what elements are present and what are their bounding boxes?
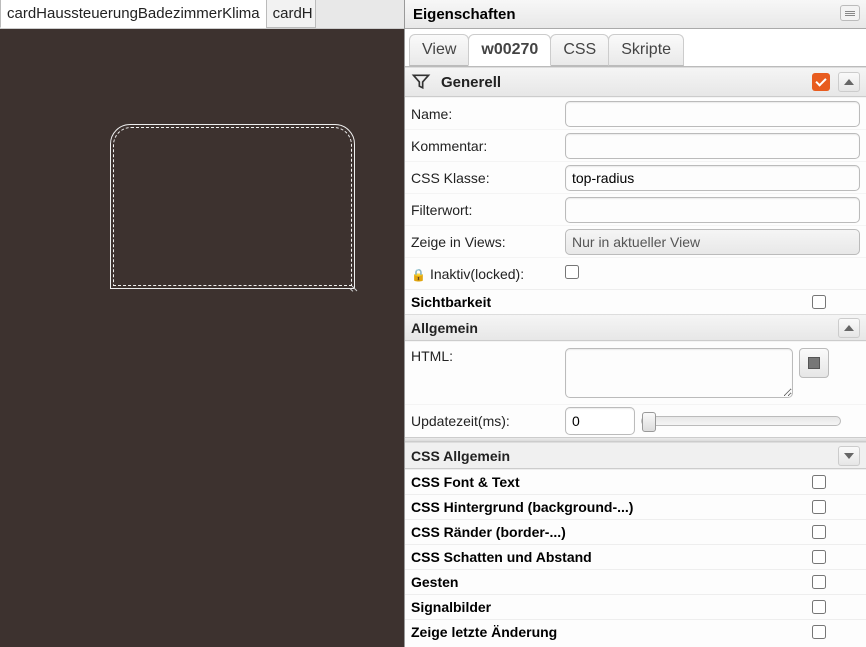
properties-header: Eigenschaften [405,0,866,29]
showinviews-label: Zeige in Views: [411,234,565,250]
section-general-header[interactable]: Generell [405,67,866,97]
section-lastchange-header[interactable]: Zeige letzte Änderung [405,619,866,644]
filter-icon [411,72,431,92]
section-cssfont-header[interactable]: CSS Font & Text [405,469,866,494]
view-tabstrip: cardHaussteuerungBadezimmerKlima cardH [0,0,404,29]
section-visibility-title: Sichtbarkeit [411,294,491,310]
signals-checkbox[interactable] [812,600,826,614]
section-gestures-title: Gesten [411,574,458,590]
cssbackground-checkbox[interactable] [812,500,826,514]
canvas-area[interactable] [0,29,404,647]
section-cssshadow-header[interactable]: CSS Schatten und Abstand [405,544,866,569]
row-filterword: Filterwort: [405,193,866,225]
cssborder-checkbox[interactable] [812,525,826,539]
html-edit-button[interactable] [799,348,829,378]
comment-input[interactable] [565,133,860,159]
updatetime-label: Updatezeit(ms): [411,413,565,429]
general-form: Name: Kommentar: CSS Klasse: Filterwort:… [405,97,866,289]
cssclass-input[interactable] [565,165,860,191]
section-signals-title: Signalbilder [411,599,491,615]
visibility-checkbox[interactable] [812,295,826,309]
view-tab-label: cardH [273,5,313,22]
section-cssshadow-title: CSS Schatten und Abstand [411,549,592,565]
collapse-general-button[interactable] [838,72,860,92]
lock-icon: 🔒 [411,268,426,282]
lastchange-checkbox[interactable] [812,625,826,639]
row-comment: Kommentar: [405,129,866,161]
slider-thumb[interactable] [642,412,656,432]
inactive-checkbox[interactable] [565,265,579,279]
section-general-title: Generell [441,74,501,91]
comment-label: Kommentar: [411,138,565,154]
tab-css[interactable]: CSS [550,34,609,66]
name-input[interactable] [565,101,860,127]
square-icon [808,357,820,369]
cssshadow-checkbox[interactable] [812,550,826,564]
properties-title: Eigenschaften [413,6,516,23]
view-tab-active[interactable]: cardHaussteuerungBadezimmerKlima [0,0,266,28]
app-root: cardHaussteuerungBadezimmerKlima cardH E… [0,0,866,647]
section-gestures-header[interactable]: Gesten [405,569,866,594]
panel-grip-icon[interactable] [840,5,860,21]
section-cssbackground-title: CSS Hintergrund (background-...) [411,499,633,515]
tab-view[interactable]: View [409,34,469,66]
section-cssbackground-header[interactable]: CSS Hintergrund (background-...) [405,494,866,519]
resize-handle-icon[interactable] [347,281,357,291]
section-common-title: Allgemein [411,320,478,336]
view-tab-label: cardHaussteuerungBadezimmerKlima [7,5,260,22]
properties-pane: Eigenschaften View w00270 CSS Skripte Ge… [404,0,866,647]
row-showinviews: Zeige in Views: Nur in aktueller View [405,225,866,257]
row-cssclass: CSS Klasse: [405,161,866,193]
tab-widget-label: w00270 [481,41,538,58]
section-cssborder-title: CSS Ränder (border-...) [411,524,566,540]
name-label: Name: [411,106,565,122]
section-lastchange-title: Zeige letzte Änderung [411,624,557,640]
row-inactive: 🔒 Inaktiv(locked): [405,257,866,289]
properties-scroll[interactable]: Generell Name: Kommentar: CSS Klasse: [405,67,866,647]
cssclass-label: CSS Klasse: [411,170,565,186]
section-signals-header[interactable]: Signalbilder [405,594,866,619]
canvas-pane: cardHaussteuerungBadezimmerKlima cardH [0,0,404,647]
widget-selection-dashed [113,127,352,286]
chevron-up-icon [844,79,854,85]
collapse-cssgeneral-button[interactable] [838,446,860,466]
showinviews-value: Nur in aktueller View [572,234,700,250]
tab-widget[interactable]: w00270 [468,34,551,66]
html-textarea[interactable] [565,348,793,398]
showinviews-select[interactable]: Nur in aktueller View [565,229,860,255]
active-badge-icon [812,73,830,91]
tab-view-label: View [422,41,456,58]
tab-css-label: CSS [563,41,596,58]
chevron-up-icon [844,325,854,331]
section-cssfont-title: CSS Font & Text [411,474,520,490]
html-label: HTML: [411,348,565,364]
updatetime-input[interactable] [565,407,635,435]
updatetime-slider[interactable] [641,416,841,426]
row-html: HTML: [405,341,866,404]
selected-widget[interactable] [110,124,355,289]
section-cssborder-header[interactable]: CSS Ränder (border-...) [405,519,866,544]
chevron-down-icon [844,453,854,459]
tab-scripts-label: Skripte [621,41,671,58]
gestures-checkbox[interactable] [812,575,826,589]
section-cssgeneral-header[interactable]: CSS Allgemein [405,442,866,469]
row-updatetime: Updatezeit(ms): [405,404,866,437]
mode-tabstrip: View w00270 CSS Skripte [405,29,866,67]
row-name: Name: [405,97,866,129]
collapse-common-button[interactable] [838,318,860,338]
view-tab-next[interactable]: cardH [266,0,316,28]
inactive-label-text: Inaktiv(locked): [430,266,524,282]
filterword-label: Filterwort: [411,202,565,218]
cssfont-checkbox[interactable] [812,475,826,489]
filterword-input[interactable] [565,197,860,223]
common-form: HTML: Updatezeit(ms): [405,341,866,437]
tab-scripts[interactable]: Skripte [608,34,684,66]
section-common-header[interactable]: Allgemein [405,314,866,341]
section-cssgeneral-title: CSS Allgemein [411,448,510,464]
section-visibility-header[interactable]: Sichtbarkeit [405,289,866,314]
inactive-label: 🔒 Inaktiv(locked): [411,266,565,282]
